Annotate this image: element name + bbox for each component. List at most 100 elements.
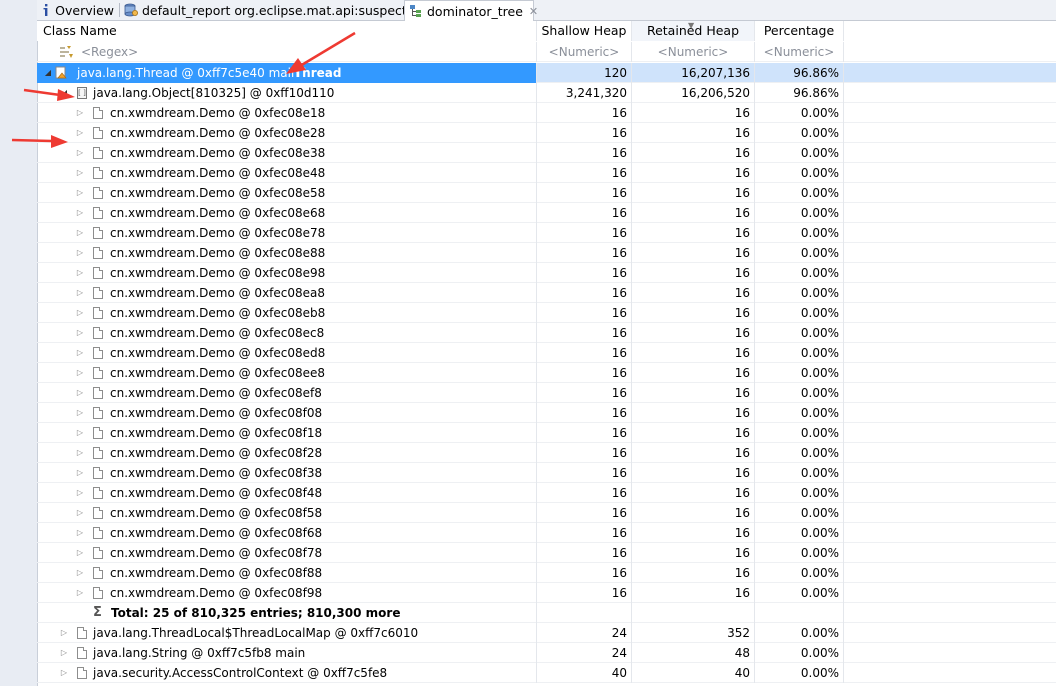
- table-row[interactable]: ▷ cn.xwmdream.Demo @ 0xfec08f18 16 16 0.00%: [37, 423, 1056, 443]
- tree-collapsed-icon[interactable]: ▷: [75, 423, 85, 443]
- table-row[interactable]: ▷ cn.xwmdream.Demo @ 0xfec08e78 16 16 0.00%: [37, 223, 1056, 243]
- tree-expanded-icon[interactable]: ◢: [59, 83, 69, 103]
- tree-collapsed-icon[interactable]: ▷: [75, 243, 85, 263]
- class-name-cell: ▷ java.security.AccessControlContext @ 0x…: [37, 663, 536, 683]
- table-row[interactable]: ▷ cn.xwmdream.Demo @ 0xfec08f08 16 16 0.00%: [37, 403, 1056, 423]
- column-header-retained-heap[interactable]: ▼ Retained Heap: [631, 21, 754, 41]
- tree-collapsed-icon[interactable]: ▷: [75, 383, 85, 403]
- table-row[interactable]: ▷ cn.xwmdream.Demo @ 0xfec08e38 16 16 0.00%: [37, 143, 1056, 163]
- object-icon: [93, 527, 103, 539]
- table-row[interactable]: ▷ cn.xwmdream.Demo @ 0xfec08ee8 16 16 0.00%: [37, 363, 1056, 383]
- class-name-cell: ▷ cn.xwmdream.Demo @ 0xfec08f38: [37, 463, 536, 483]
- tree-collapsed-icon[interactable]: ▷: [59, 623, 69, 643]
- table-row[interactable]: ▷ java.lang.ThreadLocal$ThreadLocalMap @ …: [37, 623, 1056, 643]
- tree-collapsed-icon[interactable]: ▷: [75, 303, 85, 323]
- object-icon: [93, 547, 103, 559]
- shallow-heap-cell: 16: [536, 463, 631, 483]
- table-row[interactable]: ▷ cn.xwmdream.Demo @ 0xfec08eb8 16 16 0.00%: [37, 303, 1056, 323]
- regex-filter-input[interactable]: <Regex>: [81, 42, 138, 62]
- percentage-cell: 0.00%: [754, 303, 844, 323]
- tree-collapsed-icon[interactable]: ▷: [75, 343, 85, 363]
- tree-collapsed-icon[interactable]: ▷: [75, 403, 85, 423]
- tree-collapsed-icon[interactable]: ▷: [75, 323, 85, 343]
- tab-default-report[interactable]: default_report org.eclipse.mat.api:suspe…: [120, 0, 413, 20]
- object-icon: [93, 207, 103, 219]
- tree-collapsed-icon[interactable]: ▷: [59, 663, 69, 683]
- tree-collapsed-icon[interactable]: ▷: [75, 443, 85, 463]
- table-row[interactable]: ▷ cn.xwmdream.Demo @ 0xfec08e28 16 16 0.00%: [37, 123, 1056, 143]
- class-name-text: cn.xwmdream.Demo @ 0xfec08f78: [110, 546, 323, 560]
- tab-dominator-tree[interactable]: dominator_tree ✕: [404, 0, 538, 21]
- table-row[interactable]: ▷ cn.xwmdream.Demo @ 0xfec08f58 16 16 0.00%: [37, 503, 1056, 523]
- shallow-filter-input[interactable]: <Numeric>: [536, 42, 631, 62]
- tree-collapsed-icon[interactable]: ▷: [75, 123, 85, 143]
- table-row[interactable]: ▷ cn.xwmdream.Demo @ 0xfec08f78 16 16 0.00%: [37, 543, 1056, 563]
- table-row[interactable]: ▷ cn.xwmdream.Demo @ 0xfec08e68 16 16 0.00%: [37, 203, 1056, 223]
- tree-collapsed-icon[interactable]: ▷: [75, 163, 85, 183]
- table-row[interactable]: ▷ cn.xwmdream.Demo @ 0xfec08f98 16 16 0.00%: [37, 583, 1056, 603]
- filter-cell[interactable]: <Regex>: [37, 42, 536, 62]
- retained-filter-input[interactable]: <Numeric>: [631, 42, 754, 62]
- table-row[interactable]: ▷ cn.xwmdream.Demo @ 0xfec08f68 16 16 0.00%: [37, 523, 1056, 543]
- table-row[interactable]: ▷ cn.xwmdream.Demo @ 0xfec08f88 16 16 0.00%: [37, 563, 1056, 583]
- table-row-thread[interactable]: ◢ java.lang.Thread @ 0xff7c5e40 main Thr…: [37, 63, 1056, 83]
- column-header-percentage[interactable]: Percentage: [754, 21, 844, 41]
- table-row[interactable]: ▷ cn.xwmdream.Demo @ 0xfec08f28 16 16 0.00%: [37, 443, 1056, 463]
- table-row[interactable]: ▷ cn.xwmdream.Demo @ 0xfec08f38 16 16 0.00%: [37, 463, 1056, 483]
- table-row[interactable]: ▷ cn.xwmdream.Demo @ 0xfec08ed8 16 16 0.00%: [37, 343, 1056, 363]
- tree-collapsed-icon[interactable]: ▷: [75, 203, 85, 223]
- tree-collapsed-icon[interactable]: ▷: [75, 223, 85, 243]
- table-row[interactable]: ▷ cn.xwmdream.Demo @ 0xfec08e18 16 16 0.00%: [37, 103, 1056, 123]
- shallow-heap-cell: 16: [536, 283, 631, 303]
- table-row[interactable]: ▷ cn.xwmdream.Demo @ 0xfec08e88 16 16 0.00%: [37, 243, 1056, 263]
- tree-collapsed-icon[interactable]: ▷: [75, 523, 85, 543]
- shallow-heap-cell: 16: [536, 223, 631, 243]
- retained-heap-cell: 16: [631, 383, 754, 403]
- table-row[interactable]: ▷ cn.xwmdream.Demo @ 0xfec08ec8 16 16 0.00%: [37, 323, 1056, 343]
- table-row-total[interactable]: Σ Total: 25 of 810,325 entries; 810,300 …: [37, 603, 1056, 623]
- class-name-text: cn.xwmdream.Demo @ 0xfec08e18: [110, 106, 326, 120]
- class-name-cell: ▷ cn.xwmdream.Demo @ 0xfec08f08: [37, 403, 536, 423]
- table-row[interactable]: ▷ cn.xwmdream.Demo @ 0xfec08e48 16 16 0.00%: [37, 163, 1056, 183]
- tree-collapsed-icon[interactable]: ▷: [75, 463, 85, 483]
- table-row[interactable]: ▷ cn.xwmdream.Demo @ 0xfec08f48 16 16 0.00%: [37, 483, 1056, 503]
- table-row-array[interactable]: ◢ [ ] java.lang.Object[810325] @ 0xff10d…: [37, 83, 1056, 103]
- tree-collapsed-icon[interactable]: ▷: [75, 103, 85, 123]
- tree-collapsed-icon[interactable]: ▷: [75, 483, 85, 503]
- tree-collapsed-icon[interactable]: ▷: [59, 643, 69, 663]
- object-icon: [93, 127, 103, 139]
- tree-collapsed-icon[interactable]: ▷: [75, 363, 85, 383]
- class-name-cell: ▷ java.lang.ThreadLocal$ThreadLocalMap @ …: [37, 623, 536, 643]
- column-header-shallow-heap[interactable]: Shallow Heap: [536, 21, 631, 41]
- percentage-filter-input[interactable]: <Numeric>: [754, 42, 844, 62]
- column-header-class-name[interactable]: Class Name: [37, 21, 536, 41]
- percentage-cell: 0.00%: [754, 423, 844, 443]
- class-name-cell: ▷ cn.xwmdream.Demo @ 0xfec08f98: [37, 583, 536, 603]
- tree-collapsed-icon[interactable]: ▷: [75, 143, 85, 163]
- retained-heap-cell: 16: [631, 203, 754, 223]
- filter-row: <Regex> <Numeric> <Numeric> <Numeric>: [37, 42, 1056, 62]
- tree-collapsed-icon[interactable]: ▷: [75, 583, 85, 603]
- table-row[interactable]: ▷ cn.xwmdream.Demo @ 0xfec08ef8 16 16 0.00%: [37, 383, 1056, 403]
- table-row[interactable]: ▷ cn.xwmdream.Demo @ 0xfec08e98 16 16 0.00%: [37, 263, 1056, 283]
- tab-overview[interactable]: Overview: [37, 0, 118, 20]
- tree-collapsed-icon[interactable]: ▷: [75, 503, 85, 523]
- table-row[interactable]: ▷ java.lang.String @ 0xff7c5fb8 main 24 48 0…: [37, 643, 1056, 663]
- tree-collapsed-icon[interactable]: ▷: [75, 183, 85, 203]
- object-icon: [93, 407, 103, 419]
- table-row[interactable]: ▷ java.security.AccessControlContext @ 0x…: [37, 663, 1056, 683]
- tree-collapsed-icon[interactable]: ▷: [75, 563, 85, 583]
- class-name-text: cn.xwmdream.Demo @ 0xfec08f38: [110, 466, 323, 480]
- table-row[interactable]: ▷ cn.xwmdream.Demo @ 0xfec08ea8 16 16 0.00%: [37, 283, 1056, 303]
- close-icon[interactable]: ✕: [529, 5, 538, 18]
- tree-expanded-icon[interactable]: ◢: [43, 63, 53, 83]
- tree-collapsed-icon[interactable]: ▷: [75, 543, 85, 563]
- table-row[interactable]: ▷ cn.xwmdream.Demo @ 0xfec08e58 16 16 0.00%: [37, 183, 1056, 203]
- retained-heap-cell: 352: [631, 623, 754, 643]
- percentage-cell: 96.86%: [754, 83, 844, 103]
- tree-collapsed-icon[interactable]: ▷: [75, 283, 85, 303]
- shallow-heap-cell: 16: [536, 183, 631, 203]
- class-name-text: cn.xwmdream.Demo @ 0xfec08f28: [110, 446, 323, 460]
- object-icon: [93, 307, 103, 319]
- tree-collapsed-icon[interactable]: ▷: [75, 263, 85, 283]
